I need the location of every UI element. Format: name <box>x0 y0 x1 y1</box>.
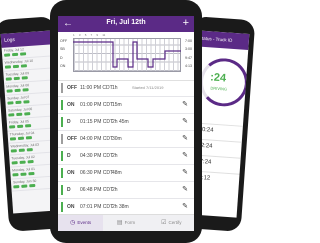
hour-axis: 1 3 5 7 9 11 <box>73 33 106 37</box>
status-color-bar <box>61 168 63 178</box>
duration: 2h <box>112 153 118 159</box>
graph-status-label: OFF <box>60 39 68 43</box>
page-title: Fri, Jul 12th <box>106 19 146 26</box>
gauge-time: :24 <box>209 71 227 85</box>
tab-events[interactable]: ◷ Events <box>58 215 104 231</box>
event-note: Started 7/11/2019 <box>132 85 164 90</box>
gauge-label: DRIVING <box>210 85 228 92</box>
table-row[interactable]: D 01:15 PM CDT 2h 45m ✎ <box>58 114 194 131</box>
duration: 30m <box>112 136 122 142</box>
edit-pencil-icon[interactable]: ✎ <box>182 134 188 142</box>
duration: 2h 38m <box>112 204 129 210</box>
edit-pencil-icon[interactable]: ✎ <box>182 151 188 159</box>
status-color-bar <box>61 83 63 93</box>
start-time: 04:00 PM CDT <box>80 136 114 142</box>
duration: 2h 45m <box>112 119 129 125</box>
center-device: ← Fri, Jul 12th + 1 3 5 7 9 11 OFF SB D … <box>50 0 202 243</box>
table-row[interactable]: D 04:30 PM CDT 2h ✎ <box>58 148 194 165</box>
graph-status-label: SB <box>60 47 65 51</box>
status-badge: ON <box>67 102 75 108</box>
duty-status-line <box>73 41 181 68</box>
start-time: 01:15 PM CDT <box>80 119 114 125</box>
start-time: 11:00 PM CDT <box>80 85 113 91</box>
graph-total: 4:13 <box>185 64 192 68</box>
edit-pencil-icon[interactable]: ✎ <box>182 100 188 108</box>
table-row[interactable]: D 06:48 PM CDT 2h ✎ <box>58 182 194 199</box>
status-color-bar <box>61 151 63 161</box>
tab-certify[interactable]: ☑ Certify <box>149 215 194 231</box>
edit-pencil-icon[interactable]: ✎ <box>182 117 188 125</box>
status-color-bar <box>61 185 63 195</box>
edit-pencil-icon[interactable]: ✎ <box>182 168 188 176</box>
graph-total: 9:47 <box>185 56 192 60</box>
status-color-bar <box>61 134 63 144</box>
graph-status-label: ON <box>60 64 66 68</box>
start-time: 07:01 PM CDT <box>80 204 114 210</box>
start-time: 06:48 PM CDT <box>80 187 114 193</box>
center-screen: ← Fri, Jul 12th + 1 3 5 7 9 11 OFF SB D … <box>58 16 194 231</box>
start-time: 01:00 PM CDT <box>80 102 114 108</box>
graph-total: 7:00 <box>185 39 192 43</box>
edit-pencil-icon[interactable]: ✎ <box>182 185 188 193</box>
table-row[interactable]: ON 06:30 PM CDT 48m ✎ <box>58 165 194 182</box>
status-badge: D <box>67 153 71 159</box>
start-time: 06:30 PM CDT <box>80 170 114 176</box>
start-time: 04:30 PM CDT <box>80 153 114 159</box>
graph-total: 3:00 <box>185 47 192 51</box>
certify-icon: ☑ <box>161 220 167 226</box>
tab-form[interactable]: ▤ Form <box>103 215 148 231</box>
duration: 48m <box>112 170 122 176</box>
events-icon: ◷ <box>70 220 76 226</box>
duration: 15m <box>112 102 122 108</box>
status-badge: D <box>67 119 71 125</box>
duty-status-graph: 1 3 5 7 9 11 OFF SB D ON 7:00 3:00 9:47 … <box>58 32 194 81</box>
edit-pencil-icon[interactable]: ✎ <box>182 202 188 210</box>
status-badge: ON <box>67 170 75 176</box>
right-header: Status - Truck ID <box>194 30 250 50</box>
form-icon: ▤ <box>116 220 123 226</box>
status-badge: OFF <box>67 136 77 142</box>
status-badge: D <box>67 187 71 193</box>
duration: 1h <box>112 85 118 91</box>
table-row[interactable]: OFF 11:00 PM CDT 1h Started 7/11/2019 <box>58 80 194 97</box>
status-color-bar <box>61 117 63 127</box>
graph-status-label: D <box>60 56 63 60</box>
status-color-bar <box>61 202 63 212</box>
status-badge: ON <box>67 204 75 210</box>
top-app-bar: ← Fri, Jul 12th + <box>58 16 194 32</box>
duration: 2h <box>112 187 118 193</box>
status-color-bar <box>61 100 63 110</box>
bottom-navigation: ◷ Events ▤ Form ☑ Certify <box>58 214 194 231</box>
event-list: OFF 11:00 PM CDT 1h Started 7/11/2019 ON… <box>58 80 194 216</box>
table-row[interactable]: ON 01:00 PM CDT 15m ✎ <box>58 97 194 114</box>
table-row[interactable]: OFF 04:00 PM CDT 30m ✎ <box>58 131 194 148</box>
status-badge: OFF <box>67 85 77 91</box>
add-icon[interactable]: + <box>183 17 189 30</box>
